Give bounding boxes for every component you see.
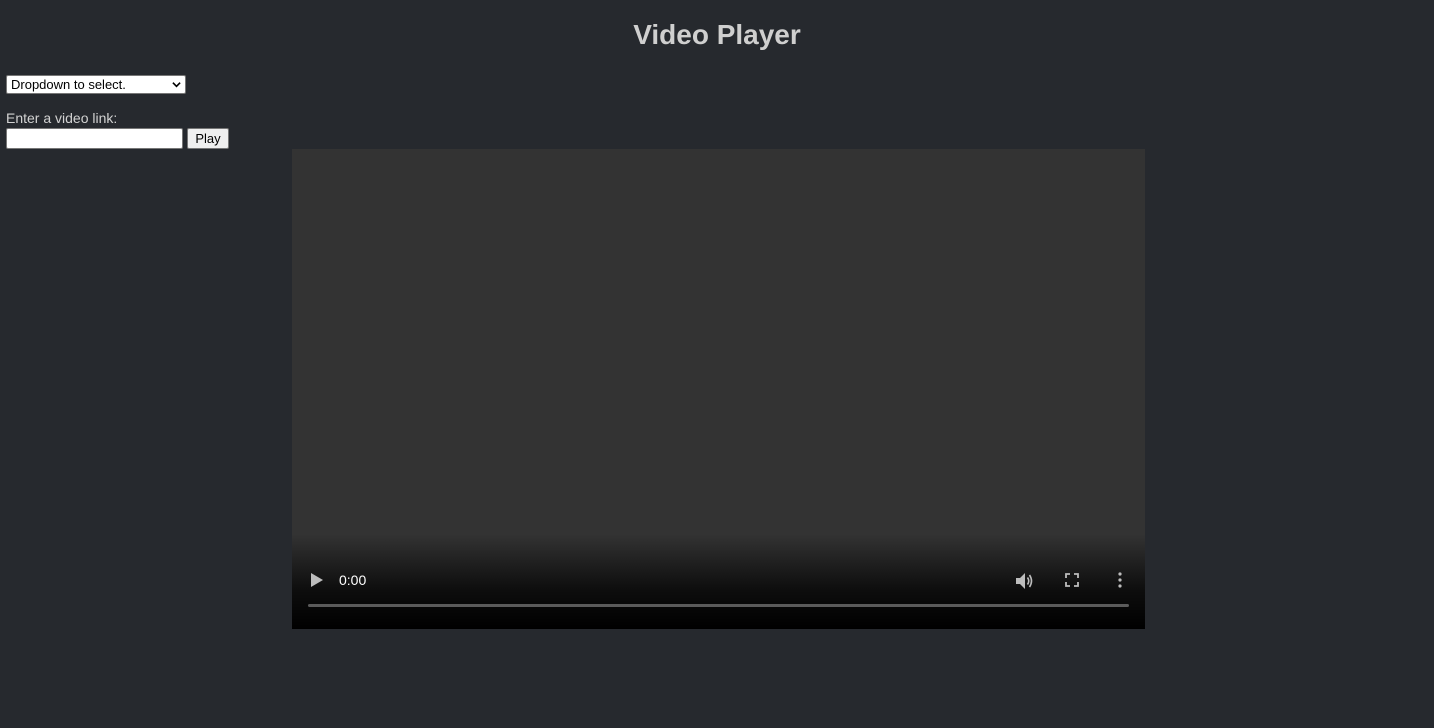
page-title: Video Player — [633, 19, 801, 50]
chevron-down-icon — [172, 82, 181, 88]
fullscreen-icon[interactable] — [1065, 573, 1079, 587]
play-button[interactable]: Play — [187, 128, 229, 149]
video-progress-bar[interactable] — [308, 604, 1129, 607]
play-icon[interactable] — [311, 573, 323, 587]
video-player[interactable]: 0:00 — [292, 149, 1145, 629]
volume-icon[interactable] — [1015, 572, 1033, 590]
video-time: 0:00 — [339, 572, 367, 588]
page: Video Player Dropdown to select. Enter a… — [0, 0, 1434, 728]
video-select-dropdown[interactable]: Dropdown to select. — [6, 75, 186, 94]
video-link-label: Enter a video link: — [6, 110, 118, 126]
video-select-value: Dropdown to select. — [11, 77, 126, 92]
video-link-input[interactable] — [6, 128, 183, 149]
more-options-icon[interactable] — [1117, 572, 1123, 588]
